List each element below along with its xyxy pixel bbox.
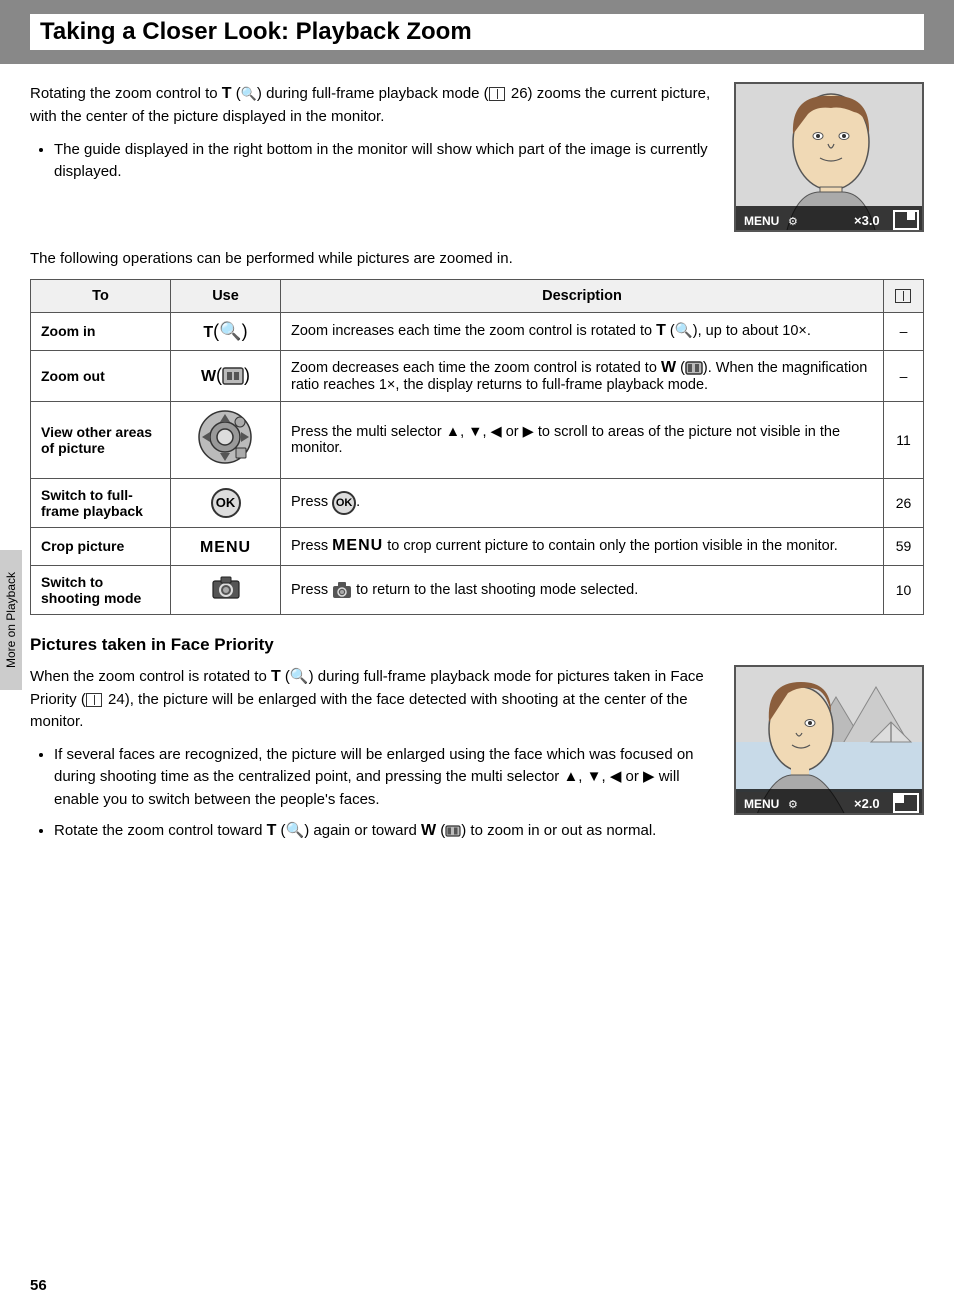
- table-cell-to: Switch to shooting mode: [31, 565, 171, 614]
- table-cell-ref-shooting: 10: [884, 565, 924, 614]
- table-header-description: Description: [281, 279, 884, 312]
- svg-text:×2.0: ×2.0: [854, 796, 880, 811]
- face-priority-bullet-2: Rotate the zoom control toward T (🔍) aga…: [54, 819, 714, 843]
- table-row: View other areas of picture: [31, 401, 924, 478]
- bottom-text: When the zoom control is rotated to T (🔍…: [30, 665, 714, 852]
- svg-text:MENU: MENU: [744, 214, 779, 228]
- table-cell-use-shooting: [171, 565, 281, 614]
- svg-text:MENU: MENU: [744, 797, 779, 811]
- table-header-to: To: [31, 279, 171, 312]
- table-cell-use-zoom-in: T(🔍): [171, 312, 281, 350]
- table-cell-ref-areas: 11: [884, 401, 924, 478]
- table-cell-desc-crop: Press MENU to crop current picture to co…: [281, 527, 884, 565]
- table-cell-ref-zoom-out: –: [884, 350, 924, 401]
- table-cell-ref-zoom-in: –: [884, 312, 924, 350]
- table-cell-use-crop: MENU: [171, 527, 281, 565]
- face-priority-section: Pictures taken in Face Priority When the…: [30, 635, 924, 852]
- table-cell-desc-fullframe: Press OK.: [281, 478, 884, 527]
- table-cell-to: Zoom out: [31, 350, 171, 401]
- table-cell-to: View other areas of picture: [31, 401, 171, 478]
- table-row: Switch to shooting mode Press to return …: [31, 565, 924, 614]
- main-content: Rotating the zoom control to T (🔍) durin…: [0, 82, 954, 881]
- table-cell-desc-areas: Press the multi selector ▲, ▼, ◀ or ▶ to…: [281, 401, 884, 478]
- table-cell-use-zoom-out: W(): [171, 350, 281, 401]
- table-cell-use-areas: [171, 401, 281, 478]
- camera-icon: [212, 583, 240, 603]
- table-row: Zoom in T(🔍) Zoom increases each time th…: [31, 312, 924, 350]
- table-cell-to: Crop picture: [31, 527, 171, 565]
- bottom-section: When the zoom control is rotated to T (🔍…: [30, 665, 924, 852]
- table-row: Switch to full-frame playback OK Press O…: [31, 478, 924, 527]
- menu-text: MENU: [200, 539, 251, 556]
- sidebar-label: More on Playback: [0, 550, 22, 690]
- table-cell-desc-zoom-in: Zoom increases each time the zoom contro…: [281, 312, 884, 350]
- intro-paragraph: Rotating the zoom control to T (🔍) durin…: [30, 82, 714, 129]
- svg-text:⚙: ⚙: [788, 799, 798, 811]
- table-cell-to: Switch to full-frame playback: [31, 478, 171, 527]
- bottom-camera-preview: MENU ⚙ ×2.0: [734, 665, 924, 852]
- intro-text: Rotating the zoom control to T (🔍) durin…: [30, 82, 714, 232]
- table-cell-to: Zoom in: [31, 312, 171, 350]
- table-row: Zoom out W() Zoom decreases each time th…: [31, 350, 924, 401]
- table-cell-desc-zoom-out: Zoom decreases each time the zoom contro…: [281, 350, 884, 401]
- table-cell-ref-fullframe: 26: [884, 478, 924, 527]
- page-header: Taking a Closer Look: Playback Zoom: [0, 0, 954, 64]
- face-priority-title: Pictures taken in Face Priority: [30, 635, 924, 655]
- ok-icon: OK: [211, 488, 241, 518]
- table-row: Crop picture MENU Press MENU to crop cur…: [31, 527, 924, 565]
- face-priority-paragraph: When the zoom control is rotated to T (🔍…: [30, 665, 714, 734]
- svg-text:×3.0: ×3.0: [854, 213, 880, 228]
- operations-table: To Use Description Zoom in T(🔍) Zoom inc…: [30, 279, 924, 615]
- following-text: The following operations can be performe…: [30, 248, 924, 271]
- sidebar-label-text: More on Playback: [4, 572, 18, 668]
- face-priority-bullet-1: If several faces are recognized, the pic…: [54, 744, 714, 812]
- page-number: 56: [30, 1277, 47, 1294]
- page-title: Taking a Closer Look: Playback Zoom: [40, 18, 472, 45]
- table-header-ref: [884, 279, 924, 312]
- intro-bullet: The guide displayed in the right bottom …: [54, 139, 714, 184]
- svg-text:⚙: ⚙: [788, 216, 798, 228]
- table-cell-ref-crop: 59: [884, 527, 924, 565]
- intro-section: Rotating the zoom control to T (🔍) durin…: [30, 82, 924, 232]
- table-cell-desc-shooting: Press to return to the last shooting mod…: [281, 565, 884, 614]
- table-header-use: Use: [171, 279, 281, 312]
- table-cell-use-fullframe: OK: [171, 478, 281, 527]
- intro-camera-preview: MENU ⚙ ×3.0: [734, 82, 924, 232]
